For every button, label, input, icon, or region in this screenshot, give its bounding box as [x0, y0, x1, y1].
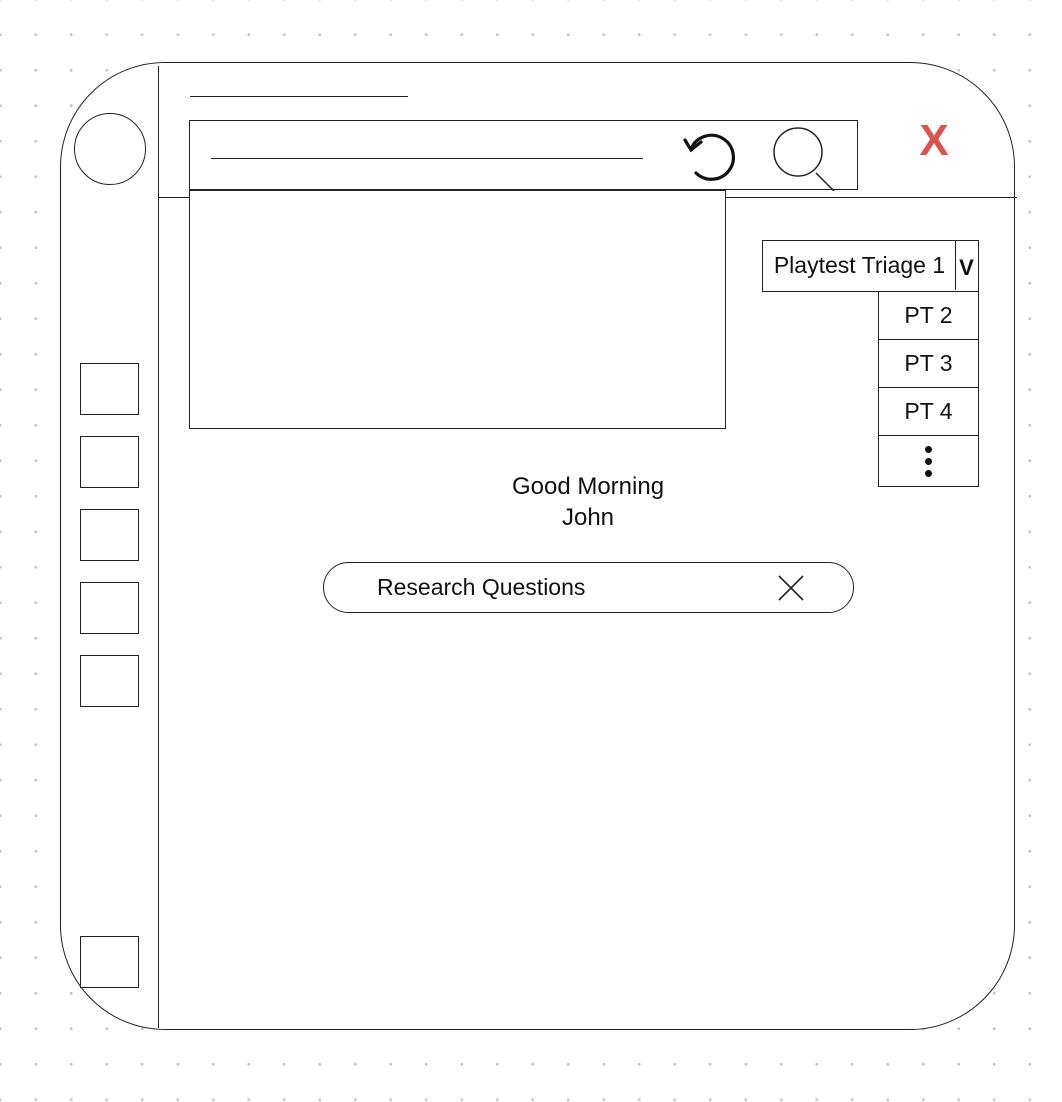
sidebar-item-4[interactable] [80, 582, 139, 634]
greeting: Good Morning John [488, 471, 688, 533]
chevron-down-icon[interactable]: V [955, 241, 977, 290]
sidebar-divider [158, 66, 159, 1028]
refresh-icon[interactable] [682, 129, 742, 185]
search-input[interactable] [211, 158, 643, 159]
dropdown-option-pt3[interactable]: PT 3 [879, 340, 978, 388]
search-bar[interactable] [189, 120, 858, 191]
playtest-dropdown-menu: PT 2 PT 3 PT 4 [878, 292, 979, 487]
close-icon[interactable] [777, 574, 805, 602]
research-questions-label: Research Questions [377, 574, 586, 600]
more-vertical-icon[interactable] [879, 436, 978, 486]
research-questions-chip[interactable]: Research Questions [323, 562, 854, 613]
dropdown-selected-value[interactable]: Playtest Triage 1 [763, 241, 956, 290]
greeting-line-1: Good Morning [511, 473, 665, 500]
sidebar-item-bottom[interactable] [80, 936, 139, 988]
close-app-button[interactable]: X [910, 116, 958, 166]
sidebar-item-3[interactable] [80, 509, 139, 561]
playtest-dropdown[interactable]: Playtest Triage 1 V [762, 240, 979, 292]
dropdown-option-pt4[interactable]: PT 4 [879, 388, 978, 436]
sidebar-item-1[interactable] [80, 363, 139, 415]
page-title-placeholder [190, 96, 408, 97]
avatar[interactable] [74, 113, 146, 185]
dot [925, 457, 932, 465]
dot [925, 445, 932, 453]
dot [925, 469, 932, 477]
sidebar-item-5[interactable] [80, 655, 139, 707]
search-icon[interactable] [772, 125, 842, 191]
search-results-panel [189, 190, 726, 429]
sidebar-item-2[interactable] [80, 436, 139, 488]
dropdown-option-pt2[interactable]: PT 2 [879, 292, 978, 340]
greeting-name: John [561, 504, 615, 531]
